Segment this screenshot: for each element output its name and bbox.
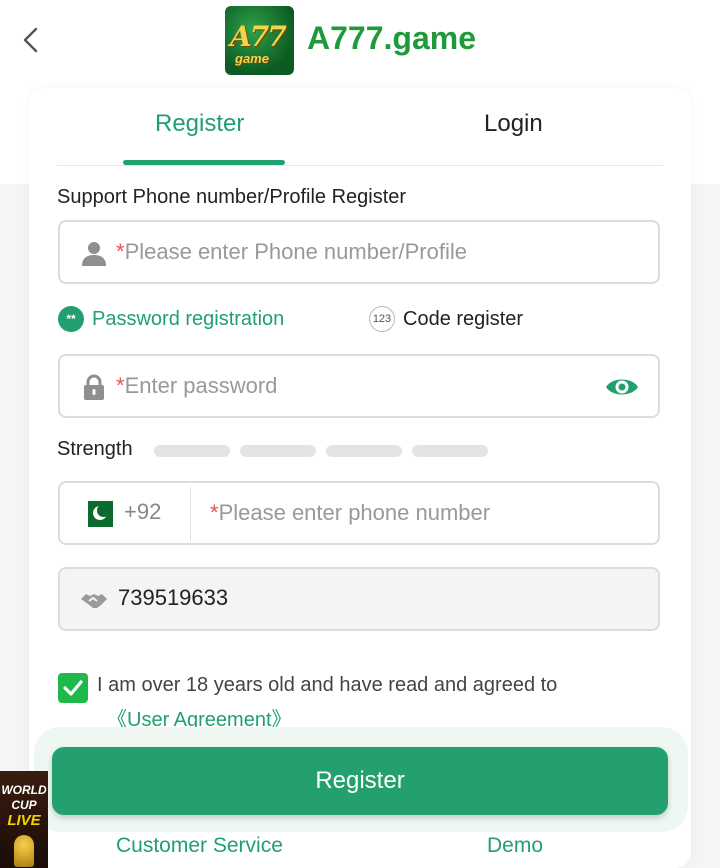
chevron-left-icon[interactable] [18,26,46,54]
world-cup-live-banner[interactable]: WORLD CUP LIVE [0,771,48,868]
phone-input[interactable]: +92 *Please enter phone number [58,481,660,545]
handshake-icon [81,594,107,608]
strength-label: Strength [57,438,133,460]
tab-register[interactable]: Register [155,110,244,138]
header: A77 game A777.game [0,0,720,88]
password-dots-icon: ** [58,306,84,332]
strength-bar-2 [240,445,316,457]
banner-line3: LIVE [7,812,41,829]
code-register-label: Code register [403,307,524,330]
code-123-icon: 123 [369,306,395,332]
customer-service-link[interactable]: Customer Service [116,834,283,858]
brand-name: A777.game [307,20,476,56]
app-logo: A77 game [225,6,294,75]
password-registration-label: Password registration [92,307,285,330]
checkmark-icon [63,680,83,696]
eye-icon[interactable] [604,372,640,402]
pakistan-flag-icon[interactable] [80,501,113,527]
strength-bar-3 [326,445,402,457]
password-placeholder: *Enter password [116,373,278,398]
trophy-icon [14,835,34,867]
banner-line2: CUP [11,798,37,812]
account-input[interactable]: *Please enter Phone number/Profile [58,220,660,284]
agreement-checkbox[interactable] [58,673,88,703]
register-button[interactable]: Register [52,747,668,815]
code-register-option[interactable]: 123 Code register [369,306,523,332]
tab-login[interactable]: Login [484,110,543,138]
lock-icon [84,374,104,400]
strength-bar-4 [412,445,488,457]
demo-link[interactable]: Demo [487,834,543,858]
divider [190,487,191,541]
password-input[interactable]: *Enter password [58,354,660,418]
account-label: Support Phone number/Profile Register [57,186,407,208]
tab-divider [57,165,663,166]
account-placeholder: *Please enter Phone number/Profile [116,239,467,264]
strength-bar-1 [154,445,230,457]
country-code[interactable]: +92 [124,499,161,525]
password-registration-option[interactable]: ** Password registration [58,306,284,332]
user-icon [82,242,106,266]
phone-placeholder: *Please enter phone number [210,500,491,525]
banner-line1: WORLD [1,783,47,797]
invite-code-value: 739519633 [118,585,229,610]
invite-code-input[interactable]: 739519633 [58,567,660,631]
agreement-text: I am over 18 years old and have read and… [97,674,558,696]
